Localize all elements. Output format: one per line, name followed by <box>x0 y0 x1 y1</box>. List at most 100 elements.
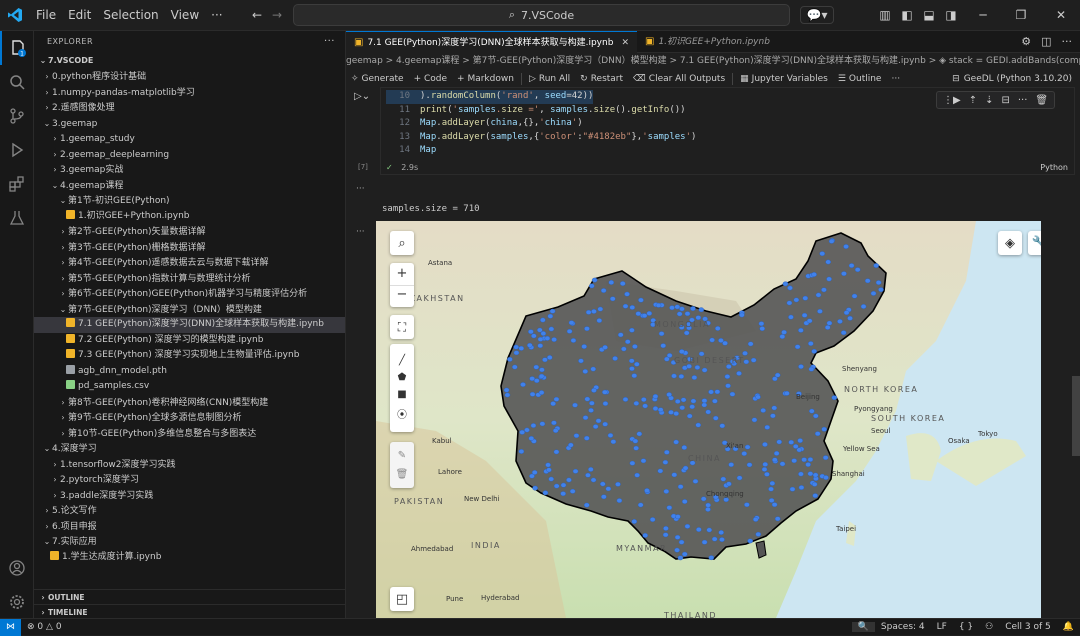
tree-folder[interactable]: ⌄4.深度学习 <box>34 441 346 457</box>
tree-folder[interactable]: ›第4节-GEE(Python)遥感数据去云与数据下载详解 <box>34 255 346 271</box>
tree-folder[interactable]: ›6.项目申报 <box>34 519 346 535</box>
code-line[interactable]: 13Map.addLayer(samples,{'color':"#4182eb… <box>386 131 696 145</box>
split-cell-icon[interactable]: ⊟ <box>1001 95 1009 106</box>
tree-file[interactable]: pd_samples.csv <box>34 379 346 395</box>
tree-folder[interactable]: ›第3节-GEE(Python)栅格数据详解 <box>34 240 346 256</box>
tree-folder[interactable]: ›第6节-GEE(Python)GEE(Python)机器学习与精度评估分析 <box>34 286 346 302</box>
zoom-indicator-icon[interactable]: 🔍 <box>852 622 875 632</box>
tree-folder[interactable]: ⌄4.geemap课程 <box>34 178 346 194</box>
tab-notebook-intro[interactable]: ▣ 1.初识GEE+Python.ipynb <box>637 31 778 53</box>
tab-active-notebook[interactable]: ▣ 7.1 GEE(Python)深度学习(DNN)全球样本获取与构建.ipyn… <box>346 31 637 53</box>
split-editor-icon[interactable]: ◫ <box>1036 31 1056 52</box>
cell-more-icon[interactable]: ··· <box>1018 95 1028 106</box>
menu-edit[interactable]: Edit <box>62 0 97 31</box>
layers-icon[interactable]: ◈ <box>998 231 1022 255</box>
extensions-icon[interactable] <box>0 167 34 201</box>
run-by-line-icon[interactable]: ⋮▶ <box>943 95 961 106</box>
more-actions-icon[interactable]: ··· <box>1057 31 1080 52</box>
fullscreen-icon[interactable]: ⛶ <box>390 315 414 339</box>
workspace-root[interactable]: ⌄7.VSCODE <box>34 53 346 69</box>
tree-folder[interactable]: ›1.numpy-pandas-matplotlib学习 <box>34 85 346 101</box>
output-more-icon[interactable]: ··· <box>356 184 365 194</box>
draw-polygon-icon[interactable]: ⬟ <box>398 372 407 383</box>
kernel-picker[interactable]: ⊟ GeeDL (Python 3.10.20) <box>952 74 1072 84</box>
menu-more[interactable]: ··· <box>205 0 228 31</box>
code-line[interactable]: 12Map.addLayer(china,{},'china') <box>386 117 583 131</box>
tree-folder[interactable]: ›第8节-GEE(Python)卷积神经网络(CNN)模型构建 <box>34 395 346 411</box>
delete-layers-icon[interactable]: 🗑 <box>396 469 409 480</box>
tree-file[interactable]: 7.1 GEE(Python)深度学习(DNN)全球样本获取与构建.ipynb <box>34 317 346 333</box>
draw-marker-icon[interactable]: ⦿ <box>397 406 407 421</box>
clear-outputs-button[interactable]: ⌫Clear All Outputs <box>628 74 730 84</box>
code-line[interactable]: 14Map <box>386 144 436 158</box>
map-widget[interactable]: AstanaKAZAKHSTANMONGOLIAGOBI DESERTSheny… <box>376 221 1041 618</box>
timeline-section[interactable]: ›TIMELINE <box>34 604 346 618</box>
breadcrumb[interactable]: geemap > 4.geemap课程 > 第7节-GEE(Python)深度学… <box>346 53 1080 70</box>
close-tab-icon[interactable]: ✕ <box>621 32 629 54</box>
tree-folder[interactable]: ›2.遥感图像处理 <box>34 100 346 116</box>
more-actions-icon[interactable]: ··· <box>324 31 335 53</box>
menu-selection[interactable]: Selection <box>97 0 164 31</box>
tree-folder[interactable]: ⌄3.geemap <box>34 116 346 132</box>
problems-indicator[interactable]: ⊗ 0 △ 0 <box>21 622 68 632</box>
back-arrow-icon[interactable]: ← <box>248 6 266 24</box>
code-line[interactable]: 11print('samples.size =', samples.size()… <box>386 104 686 118</box>
output-more-icon[interactable]: ··· <box>356 227 365 237</box>
minimize-icon[interactable]: ─ <box>974 6 992 24</box>
zoom-in-button[interactable]: + <box>397 263 408 285</box>
tree-folder[interactable]: ⌄第7节-GEE(Python)深度学习（DNN）模型构建 <box>34 302 346 318</box>
tree-file[interactable]: 7.2 GEE(Python) 深度学习的模型构建.ipynb <box>34 333 346 349</box>
language-braces-indicator[interactable]: { } <box>953 622 979 632</box>
tree-folder[interactable]: ›0.python程序设计基础 <box>34 69 346 85</box>
account-icon[interactable] <box>0 551 34 585</box>
tree-folder[interactable]: ›1.tensorflow2深度学习实践 <box>34 457 346 473</box>
run-all-button[interactable]: ▷Run All <box>524 74 575 84</box>
toggle-sidebar-icon[interactable]: ◧ <box>898 6 916 24</box>
tree-folder[interactable]: ›3.paddle深度学习实践 <box>34 488 346 504</box>
cell-position-indicator[interactable]: Cell 3 of 5 <box>999 622 1057 632</box>
execute-below-icon[interactable]: ⇣ <box>985 95 993 106</box>
tree-folder[interactable]: ›5.论文写作 <box>34 503 346 519</box>
tree-file[interactable]: 1.初识GEE+Python.ipynb <box>34 209 346 225</box>
jupyter-variables-button[interactable]: ▦Jupyter Variables <box>735 74 833 84</box>
tree-folder[interactable]: ⌄第1节-初识GEE(Python) <box>34 193 346 209</box>
eol-indicator[interactable]: LF <box>931 622 953 632</box>
outline-button[interactable]: ☰Outline <box>833 74 887 84</box>
restart-button[interactable]: ↻Restart <box>575 74 628 84</box>
close-icon[interactable]: ✕ <box>1052 6 1070 24</box>
tree-file[interactable]: 1.学生达成度计算.ipynb <box>34 550 346 566</box>
tree-file[interactable]: 7.3 GEE(Python) 深度学习实现地上生物量评估.ipynb <box>34 348 346 364</box>
toolbar-wrench-icon[interactable]: 🔧 <box>1028 231 1041 255</box>
outline-section[interactable]: ›OUTLINE <box>34 589 346 605</box>
command-center-search[interactable]: ⌕ 7.VSCode <box>293 4 790 26</box>
tree-folder[interactable]: ›第5节-GEE(Python)指数计算与数理统计分析 <box>34 271 346 287</box>
draw-rectangle-icon[interactable]: ■ <box>397 389 406 400</box>
map-canvas[interactable]: AstanaKAZAKHSTANMONGOLIAGOBI DESERTSheny… <box>376 221 1041 618</box>
code-line[interactable]: 10).randomColumn('rand', seed=42)) <box>386 90 593 104</box>
draw-line-icon[interactable]: ╱ <box>399 355 405 366</box>
settings-gear-icon[interactable] <box>0 585 34 619</box>
toolbar-more-icon[interactable]: ··· <box>886 74 905 84</box>
tree-folder[interactable]: ›第10节-GEE(Python)多维信息整合与多图表达 <box>34 426 346 442</box>
tree-folder[interactable]: ›第9节-GEE(Python)全球多源信息制图分析 <box>34 410 346 426</box>
editor-scrollbar[interactable] <box>1072 376 1080 456</box>
run-cell-icon[interactable]: ▷⌄ <box>354 91 370 102</box>
testing-flask-icon[interactable] <box>0 201 34 235</box>
add-code-button[interactable]: + Code <box>409 74 452 84</box>
delete-cell-icon[interactable]: 🗑 <box>1035 95 1048 106</box>
edit-layers-icon[interactable]: ✎ <box>398 450 406 461</box>
source-control-icon[interactable] <box>0 99 34 133</box>
add-markdown-button[interactable]: + Markdown <box>452 74 519 84</box>
toggle-panel-icon[interactable]: ⬓ <box>920 6 938 24</box>
forward-arrow-icon[interactable]: → <box>268 6 286 24</box>
settings-gear-icon[interactable]: ⚙ <box>1016 31 1036 52</box>
explorer-icon[interactable]: 1 <box>0 31 34 65</box>
map-corner-icon[interactable]: ◰ <box>390 587 414 611</box>
tree-folder[interactable]: ›2.geemap_deeplearning <box>34 147 346 163</box>
run-debug-icon[interactable] <box>0 133 34 167</box>
search-icon[interactable] <box>0 65 34 99</box>
tree-folder[interactable]: ›3.geemap实战 <box>34 162 346 178</box>
remote-indicator-icon[interactable]: ⋈ <box>0 619 21 636</box>
generate-button[interactable]: ✧Generate <box>346 74 409 84</box>
copilot-chat-icon[interactable]: 💬▾ <box>800 6 834 24</box>
